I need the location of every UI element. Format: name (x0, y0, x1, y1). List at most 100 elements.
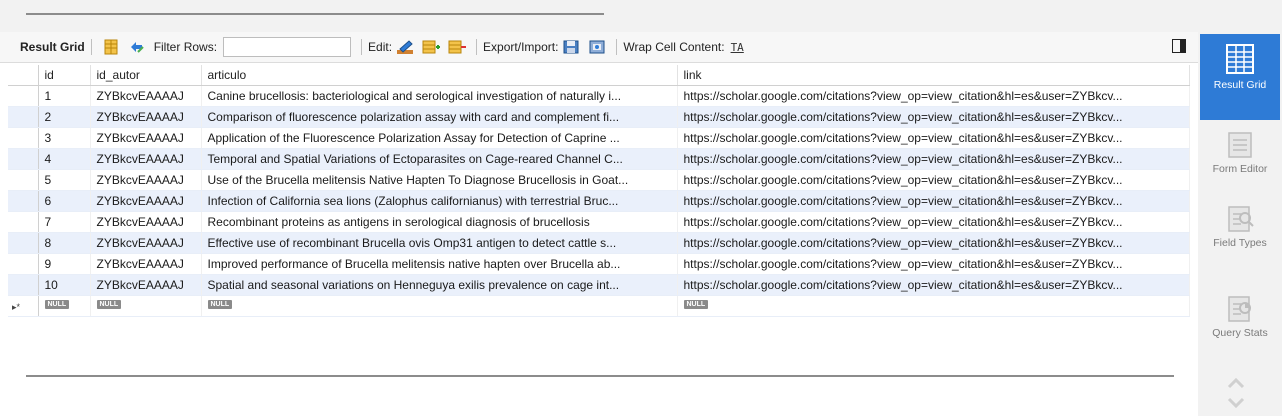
import-icon[interactable] (587, 37, 607, 57)
cell-id[interactable]: 2 (38, 106, 91, 128)
cell-link[interactable]: https://scholar.google.com/citations?vie… (677, 169, 1190, 191)
top-scrollbar-thumb[interactable] (26, 13, 604, 15)
row-selector[interactable] (8, 85, 39, 107)
field-types-side-button[interactable]: Field Types (1200, 204, 1280, 280)
bottom-scrollbar-thumb[interactable] (26, 375, 1174, 377)
column-header-articulo[interactable]: articulo (201, 65, 678, 86)
null-badge: NULL (683, 300, 709, 309)
cell-id-autor[interactable]: ZYBkcvEAAAAJ (90, 85, 202, 107)
cell-link[interactable]: https://scholar.google.com/citations?vie… (677, 211, 1190, 233)
cell-id-autor[interactable]: ZYBkcvEAAAAJ (90, 211, 202, 233)
table-row[interactable]: 3 ZYBkcvEAAAAJ Application of the Fluore… (8, 127, 1190, 149)
new-row[interactable]: ▸* NULL NULL NULL NULL (8, 295, 1190, 317)
delete-row-icon[interactable] (447, 37, 467, 57)
row-selector[interactable] (8, 148, 39, 170)
edit-cell-icon[interactable] (395, 37, 415, 57)
table-row[interactable]: 5 ZYBkcvEAAAAJ Use of the Brucella melit… (8, 169, 1190, 191)
column-header-link[interactable]: link (677, 65, 1190, 86)
filter-rows-label: Filter Rows: (153, 40, 218, 54)
row-selector[interactable] (8, 169, 39, 191)
export-import-label: Export/Import: (483, 40, 559, 54)
cell-id-autor[interactable]: ZYBkcvEAAAAJ (90, 127, 202, 149)
filter-rows-input[interactable] (223, 37, 352, 57)
cell-id[interactable]: 6 (38, 190, 91, 212)
wrap-cell-toggle-icon[interactable]: TA (731, 41, 744, 54)
cell-id-autor[interactable]: ZYBkcvEAAAAJ (90, 253, 202, 275)
cell-id-autor[interactable]: ZYBkcvEAAAAJ (90, 106, 202, 128)
row-selector[interactable] (8, 274, 39, 296)
row-selector[interactable] (8, 253, 39, 275)
cell-link[interactable]: https://scholar.google.com/citations?vie… (677, 274, 1190, 296)
cell-link[interactable]: https://scholar.google.com/citations?vie… (677, 127, 1190, 149)
query-stats-side-button[interactable]: Query Stats (1200, 294, 1280, 370)
column-header-id-autor[interactable]: id_autor (90, 65, 202, 86)
cell-articulo[interactable]: Application of the Fluorescence Polariza… (201, 127, 678, 149)
cell-articulo[interactable]: Effective use of recombinant Brucella ov… (201, 232, 678, 254)
cell-id[interactable]: 10 (38, 274, 91, 296)
form-editor-side-label: Form Editor (1212, 163, 1268, 175)
cell-articulo[interactable]: Canine brucellosis: bacteriological and … (201, 85, 678, 107)
result-grid-side-label: Result Grid (1213, 79, 1267, 91)
cell-link-null[interactable]: NULL (677, 295, 1190, 317)
toolbar-separator (616, 39, 618, 55)
cell-id-autor[interactable]: ZYBkcvEAAAAJ (90, 148, 202, 170)
table-row[interactable]: 6 ZYBkcvEAAAAJ Infection of California s… (8, 190, 1190, 212)
row-selector[interactable] (8, 190, 39, 212)
cell-id-autor[interactable]: ZYBkcvEAAAAJ (90, 232, 202, 254)
table-row[interactable]: 4 ZYBkcvEAAAAJ Temporal and Spatial Vari… (8, 148, 1190, 170)
cell-articulo[interactable]: Infection of California sea lions (Zalop… (201, 190, 678, 212)
cell-id[interactable]: 8 (38, 232, 91, 254)
cell-link[interactable]: https://scholar.google.com/citations?vie… (677, 148, 1190, 170)
cell-id[interactable]: 7 (38, 211, 91, 233)
row-selector[interactable] (8, 127, 39, 149)
row-selector[interactable] (8, 106, 39, 128)
table-row[interactable]: 1 ZYBkcvEAAAAJ Canine brucellosis: bacte… (8, 85, 1190, 107)
toolbar-separator (476, 39, 478, 55)
side-panel-scroll[interactable] (1226, 372, 1246, 415)
toggle-side-panel-icon[interactable] (1172, 39, 1186, 53)
column-header-id[interactable]: id (38, 65, 91, 86)
row-selector[interactable] (8, 232, 39, 254)
table-row[interactable]: 10 ZYBkcvEAAAAJ Spatial and seasonal var… (8, 274, 1190, 296)
wrap-cell-content-label: Wrap Cell Content: (623, 40, 725, 54)
cell-id[interactable]: 1 (38, 85, 91, 107)
table-row[interactable]: 2 ZYBkcvEAAAAJ Comparison of fluorescenc… (8, 106, 1190, 128)
cell-link[interactable]: https://scholar.google.com/citations?vie… (677, 106, 1190, 128)
cell-id-autor[interactable]: ZYBkcvEAAAAJ (90, 190, 202, 212)
table-row[interactable]: 8 ZYBkcvEAAAAJ Effective use of recombin… (8, 232, 1190, 254)
cell-articulo[interactable]: Improved performance of Brucella meliten… (201, 253, 678, 275)
cell-id-autor-null[interactable]: NULL (90, 295, 202, 317)
cell-articulo[interactable]: Comparison of fluorescence polarization … (201, 106, 678, 128)
cell-link[interactable]: https://scholar.google.com/citations?vie… (677, 253, 1190, 275)
cell-articulo-null[interactable]: NULL (201, 295, 678, 317)
refresh-icon[interactable] (127, 37, 147, 57)
top-horizontal-scrollbar[interactable] (0, 0, 1282, 28)
add-row-icon[interactable] (421, 37, 441, 57)
table-row[interactable]: 7 ZYBkcvEAAAAJ Recombinant proteins as a… (8, 211, 1190, 233)
export-icon[interactable] (561, 37, 581, 57)
result-grid-side-button[interactable]: Result Grid (1200, 34, 1280, 120)
cell-link[interactable]: https://scholar.google.com/citations?vie… (677, 190, 1190, 212)
cell-link[interactable]: https://scholar.google.com/citations?vie… (677, 85, 1190, 107)
grid-layout-icon[interactable] (101, 37, 121, 57)
cell-id-null[interactable]: NULL (38, 295, 91, 317)
cell-articulo[interactable]: Recombinant proteins as antigens in sero… (201, 211, 678, 233)
result-table: id id_autor articulo link 1 ZYBkcvEAAAAJ… (8, 65, 1190, 317)
cell-articulo[interactable]: Use of the Brucella melitensis Native Ha… (201, 169, 678, 191)
grid-icon (1226, 44, 1254, 74)
cell-link[interactable]: https://scholar.google.com/citations?vie… (677, 232, 1190, 254)
cell-articulo[interactable]: Temporal and Spatial Variations of Ectop… (201, 148, 678, 170)
table-row[interactable]: 9 ZYBkcvEAAAAJ Improved performance of B… (8, 253, 1190, 275)
edit-label: Edit: (368, 40, 393, 54)
null-badge: NULL (207, 300, 233, 309)
toolbar-separator (361, 39, 363, 55)
cell-id[interactable]: 4 (38, 148, 91, 170)
cell-articulo[interactable]: Spatial and seasonal variations on Henne… (201, 274, 678, 296)
cell-id-autor[interactable]: ZYBkcvEAAAAJ (90, 169, 202, 191)
cell-id-autor[interactable]: ZYBkcvEAAAAJ (90, 274, 202, 296)
form-editor-side-button[interactable]: Form Editor (1200, 130, 1280, 202)
cell-id[interactable]: 5 (38, 169, 91, 191)
cell-id[interactable]: 9 (38, 253, 91, 275)
row-selector[interactable] (8, 211, 39, 233)
cell-id[interactable]: 3 (38, 127, 91, 149)
